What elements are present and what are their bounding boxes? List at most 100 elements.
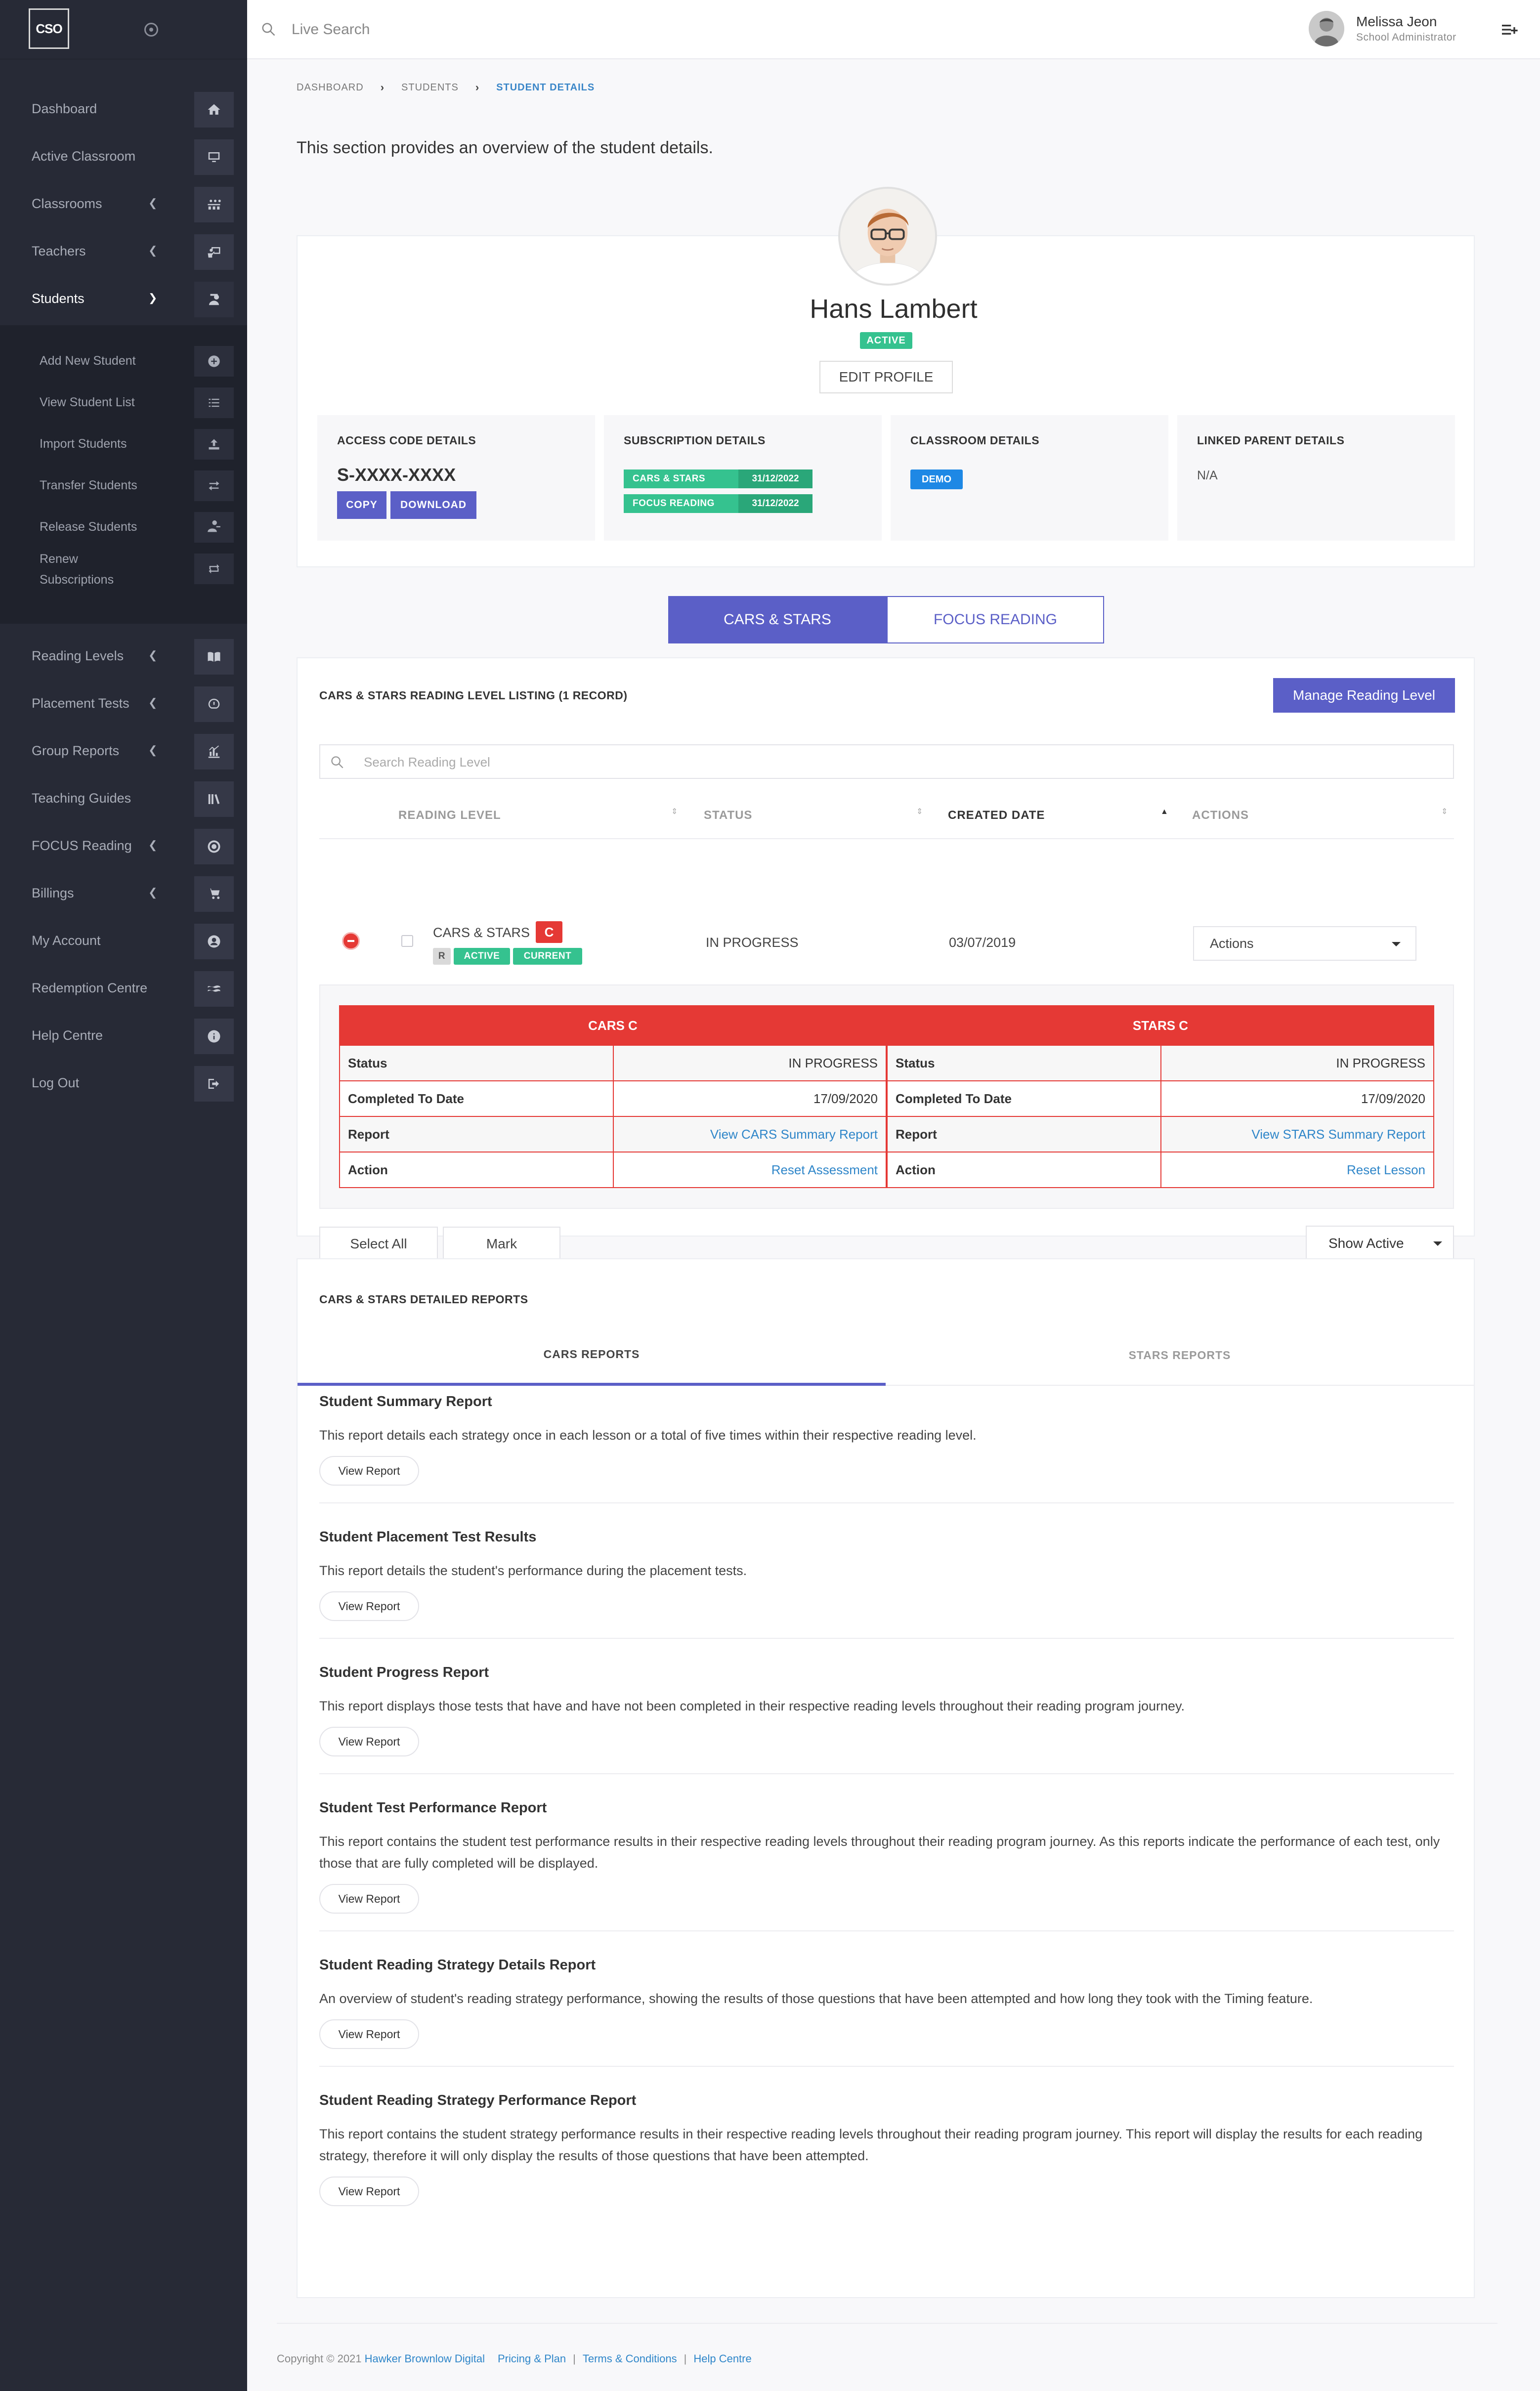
chevron-right-icon: › — [475, 81, 480, 93]
info-icon — [194, 1019, 234, 1054]
submenu-item-import-students[interactable]: Import Students — [0, 423, 247, 465]
report-description: This report details each strategy once i… — [319, 1428, 977, 1443]
copy-button[interactable]: COPY — [337, 491, 386, 519]
view-report-button[interactable]: View Report — [319, 1456, 419, 1486]
top-header: Melissa Jeon School Administrator — [247, 0, 1540, 59]
column-header-status[interactable]: STATUS — [704, 809, 752, 822]
footer-separator: | — [573, 2352, 576, 2365]
teacher-icon — [194, 234, 234, 270]
sidebar-item-students[interactable]: Students ❯ — [0, 275, 247, 322]
search-icon — [262, 23, 275, 36]
sidebar-item-dashboard[interactable]: Dashboard — [0, 85, 247, 132]
footer-help-link[interactable]: Help Centre — [693, 2352, 751, 2365]
view-report-button[interactable]: View Report — [319, 2019, 419, 2049]
column-header-reading-level[interactable]: READING LEVEL — [398, 809, 501, 822]
reading-level-search-input[interactable] — [364, 751, 1253, 773]
stars-report-label: Report — [887, 1116, 1161, 1153]
select-all-button[interactable]: Select All — [319, 1227, 438, 1261]
sidebar-toggle-icon[interactable] — [144, 23, 158, 37]
caret-down-icon — [1433, 1241, 1442, 1246]
classroom-badge[interactable]: DEMO — [910, 470, 963, 489]
book-icon — [194, 639, 234, 675]
footer-pricing-link[interactable]: Pricing & Plan — [498, 2352, 566, 2365]
sidebar-item-focus-reading[interactable]: FOCUS Reading ❮ — [0, 822, 247, 869]
sidebar-item-help-centre[interactable]: Help Centre — [0, 1012, 247, 1059]
chevron-left-icon: ❮ — [148, 696, 158, 709]
student-icon — [194, 282, 234, 317]
reading-level-search — [319, 744, 1454, 779]
tab-cars-stars[interactable]: CARS & STARS — [668, 596, 887, 643]
cars-action-label: Action — [339, 1152, 614, 1188]
sidebar-item-teachers[interactable]: Teachers ❮ — [0, 227, 247, 275]
footer-company-link[interactable]: Hawker Brownlow Digital — [365, 2352, 485, 2365]
sidebar-item-label: Students — [32, 291, 85, 306]
column-header-actions: ACTIONS — [1192, 809, 1249, 822]
sidebar-item-group-reports[interactable]: Group Reports ❮ — [0, 727, 247, 774]
reset-lesson-link[interactable]: Reset Lesson — [1160, 1152, 1434, 1188]
tab-stars-reports[interactable]: STARS REPORTS — [886, 1326, 1474, 1386]
transfer-icon — [194, 470, 234, 501]
submenu-item-label: Release Students — [40, 520, 137, 534]
avatar[interactable] — [1309, 11, 1344, 46]
footer-terms-link[interactable]: Terms & Conditions — [583, 2352, 677, 2365]
view-report-button[interactable]: View Report — [319, 1591, 419, 1621]
reset-assessment-link[interactable]: Reset Assessment — [613, 1152, 887, 1188]
stars-status-value: IN PROGRESS — [1160, 1045, 1434, 1081]
sort-icon[interactable]: ⇕ — [671, 808, 678, 816]
sort-icon[interactable]: ⇕ — [1441, 808, 1448, 816]
sidebar-item-placement-tests[interactable]: Placement Tests ❮ — [0, 680, 247, 727]
breadcrumb-dashboard[interactable]: DASHBOARD — [297, 82, 364, 93]
cars-assessment-table: CARS C Status IN PROGRESS Completed To Da… — [339, 1005, 887, 1188]
row-status: IN PROGRESS — [706, 935, 799, 950]
sidebar-item-billings[interactable]: Billings ❮ — [0, 869, 247, 917]
manage-reading-level-button[interactable]: Manage Reading Level — [1273, 678, 1455, 713]
submenu-item-label: Transfer Students — [40, 478, 137, 492]
divider — [319, 1638, 1454, 1639]
sort-ascending-icon[interactable]: ▲ — [1160, 808, 1168, 816]
sort-icon[interactable]: ⇕ — [916, 808, 923, 816]
view-report-button[interactable]: View Report — [319, 1727, 419, 1756]
sidebar-item-classrooms[interactable]: Classrooms ❮ — [0, 180, 247, 227]
user-menu-icon[interactable] — [1499, 20, 1519, 40]
submenu-item-label: Add New Student — [40, 354, 136, 368]
actions-dropdown[interactable]: Actions — [1193, 926, 1416, 961]
live-search-input[interactable] — [292, 18, 588, 42]
sidebar-item-label: Placement Tests — [32, 696, 129, 711]
download-button[interactable]: DOWNLOAD — [390, 491, 476, 519]
sidebar-item-teaching-guides[interactable]: Teaching Guides — [0, 774, 247, 822]
tab-focus-reading[interactable]: FOCUS READING — [887, 596, 1104, 643]
view-cars-summary-report-link[interactable]: View CARS Summary Report — [613, 1116, 887, 1153]
subscription-name: FOCUS READING — [624, 494, 738, 513]
column-header-created-date[interactable]: CREATED DATE — [948, 809, 1045, 822]
mark-button[interactable]: Mark — [443, 1227, 560, 1261]
sidebar-item-redemption-centre[interactable]: Redemption Centre — [0, 964, 247, 1012]
submenu-item-release-students[interactable]: Release Students — [0, 506, 247, 548]
view-stars-summary-report-link[interactable]: View STARS Summary Report — [1160, 1116, 1434, 1153]
app-logo[interactable]: CSO — [29, 8, 69, 49]
row-checkbox[interactable] — [401, 935, 413, 947]
students-submenu: Add New Student View Student List Import… — [0, 325, 247, 624]
collapse-row-icon[interactable] — [342, 932, 360, 950]
classroom-title: CLASSROOM DETAILS — [910, 434, 1040, 447]
submenu-item-view-student-list[interactable]: View Student List — [0, 382, 247, 423]
sidebar-item-log-out[interactable]: Log Out — [0, 1059, 247, 1107]
edit-profile-button[interactable]: EDIT PROFILE — [819, 361, 953, 393]
stars-completed-label: Completed To Date — [887, 1080, 1161, 1117]
show-active-label: Show Active — [1328, 1236, 1404, 1251]
sidebar-item-reading-levels[interactable]: Reading Levels ❮ — [0, 632, 247, 680]
sidebar-item-label: Teachers — [32, 244, 86, 258]
sidebar-item-my-account[interactable]: My Account — [0, 917, 247, 964]
view-report-button[interactable]: View Report — [319, 2177, 419, 2206]
upload-icon — [194, 429, 234, 460]
submenu-item-add-new-student[interactable]: Add New Student — [0, 340, 247, 382]
submenu-item-transfer-students[interactable]: Transfer Students — [0, 465, 247, 506]
sidebar-item-active-classroom[interactable]: Active Classroom — [0, 132, 247, 180]
report-title: Student Reading Strategy Details Report — [319, 1957, 596, 1973]
submenu-item-renew-subscriptions[interactable]: Renew Subscriptions — [0, 548, 247, 589]
show-active-dropdown[interactable]: Show Active — [1306, 1226, 1454, 1261]
view-report-button[interactable]: View Report — [319, 1884, 419, 1914]
row-program-name: CARS & STARS — [433, 925, 530, 940]
tab-cars-reports[interactable]: CARS REPORTS — [298, 1326, 886, 1386]
breadcrumb-students[interactable]: STUDENTS — [401, 82, 459, 93]
report-description: An overview of student's reading strateg… — [319, 1991, 1313, 2006]
